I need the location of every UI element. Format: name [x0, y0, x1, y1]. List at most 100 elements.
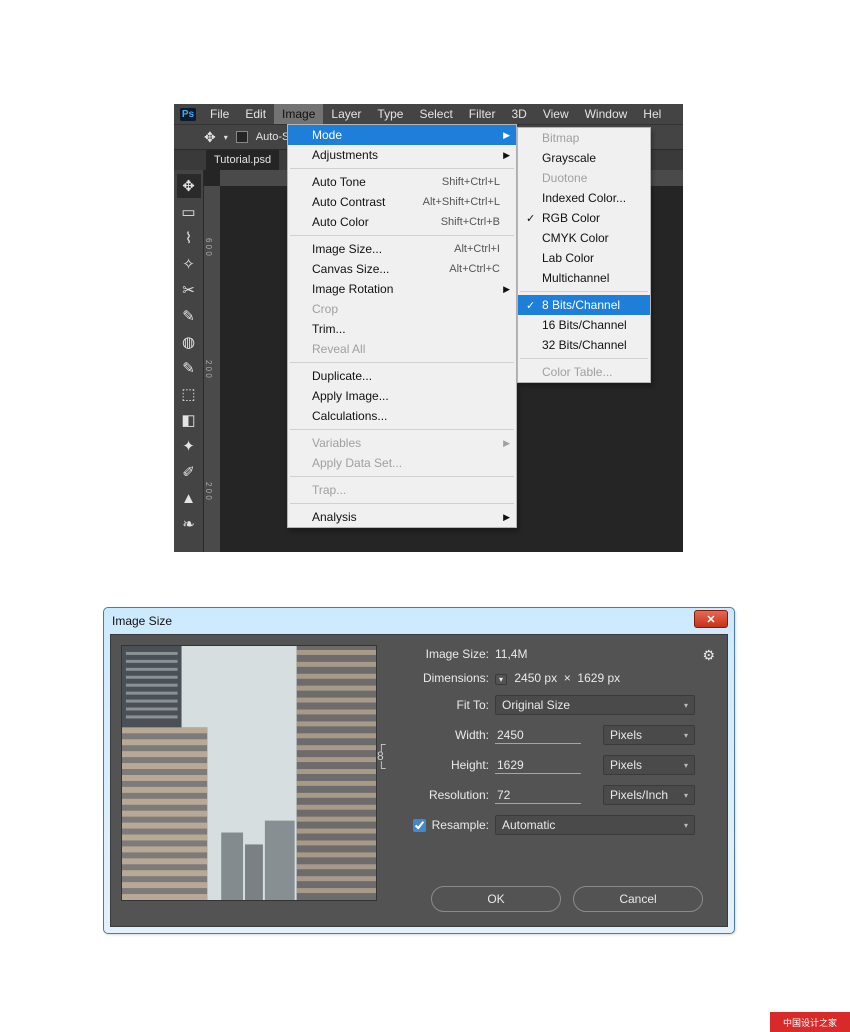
- photoshop-logo-icon: Ps: [178, 104, 198, 124]
- menu-item-auto-contrast[interactable]: Auto ContrastAlt+Shift+Ctrl+L: [288, 192, 516, 212]
- dialog-title: Image Size: [112, 614, 172, 628]
- menu-image[interactable]: Image: [274, 104, 323, 124]
- menu-item-crop: Crop: [288, 299, 516, 319]
- clone-tool-icon[interactable]: ▲: [177, 486, 201, 510]
- resolution-input[interactable]: [495, 787, 581, 804]
- menu-item-image-size[interactable]: Image Size...Alt+Ctrl+I: [288, 239, 516, 259]
- width-input[interactable]: [495, 727, 581, 744]
- menu-edit[interactable]: Edit: [237, 104, 274, 124]
- move-tool-icon[interactable]: ✥: [177, 174, 201, 198]
- menu-item-lab-color[interactable]: Lab Color: [518, 248, 650, 268]
- menu-item-label: Color Table...: [542, 365, 634, 379]
- menu-item-image-rotation[interactable]: Image Rotation▶: [288, 279, 516, 299]
- menu-item-mode[interactable]: Mode▶: [288, 125, 516, 145]
- lasso-tool-icon[interactable]: ⌇: [177, 226, 201, 250]
- menu-item-shortcut: Alt+Ctrl+I: [454, 243, 500, 255]
- fit-to-select[interactable]: Original Size▾: [495, 695, 695, 715]
- menu-filter[interactable]: Filter: [461, 104, 504, 124]
- menu-item-trim[interactable]: Trim...: [288, 319, 516, 339]
- menu-item-duplicate[interactable]: Duplicate...: [288, 366, 516, 386]
- menu-item-32-bits-channel[interactable]: 32 Bits/Channel: [518, 335, 650, 355]
- pen-tool-icon[interactable]: ✐: [177, 460, 201, 484]
- menu-item-apply-image[interactable]: Apply Image...: [288, 386, 516, 406]
- menu-item-multichannel[interactable]: Multichannel: [518, 268, 650, 288]
- menu-item-label: Apply Image...: [312, 389, 500, 403]
- image-menu: Mode▶Adjustments▶Auto ToneShift+Ctrl+LAu…: [287, 124, 517, 528]
- dialog-close-button[interactable]: ✕: [694, 610, 728, 628]
- menu-separator: [290, 362, 514, 363]
- menu-item-cmyk-color[interactable]: CMYK Color: [518, 228, 650, 248]
- menu-item-duotone: Duotone: [518, 168, 650, 188]
- menu-item-label: Trim...: [312, 322, 500, 336]
- menu-item-variables: Variables▶: [288, 433, 516, 453]
- auto-select-label: Auto-S: [256, 131, 290, 143]
- menu-item-rgb-color[interactable]: ✓RGB Color: [518, 208, 650, 228]
- menu-item-indexed-color[interactable]: Indexed Color...: [518, 188, 650, 208]
- paint-bucket-tool-icon[interactable]: ✦: [177, 434, 201, 458]
- menu-item-label: Auto Tone: [312, 175, 442, 189]
- menu-item-analysis[interactable]: Analysis▶: [288, 507, 516, 527]
- width-unit-select[interactable]: Pixels▾: [603, 725, 695, 745]
- menu-separator: [290, 235, 514, 236]
- menu-item-label: RGB Color: [542, 211, 634, 225]
- brush-tool-icon[interactable]: ✎: [177, 356, 201, 380]
- label-fit-to: Fit To:: [393, 698, 489, 712]
- menu-item-label: 32 Bits/Channel: [542, 338, 634, 352]
- auto-select-checkbox[interactable]: [236, 131, 248, 143]
- menu-item-reveal-all: Reveal All: [288, 339, 516, 359]
- menu-item-label: Analysis: [312, 510, 500, 524]
- menu-window[interactable]: Window: [577, 104, 636, 124]
- menu-item-16-bits-channel[interactable]: 16 Bits/Channel: [518, 315, 650, 335]
- menu-item-shortcut: Shift+Ctrl+B: [441, 216, 500, 228]
- menu-item-label: Reveal All: [312, 342, 500, 356]
- tool-preset-dropdown-icon[interactable]: ▾: [224, 133, 228, 142]
- resolution-unit-select[interactable]: Pixels/Inch▾: [603, 785, 695, 805]
- menu-item-label: Trap...: [312, 483, 500, 497]
- history-brush-tool-icon[interactable]: ❧: [177, 512, 201, 536]
- cancel-button[interactable]: Cancel: [573, 886, 703, 912]
- menu-item-trap: Trap...: [288, 480, 516, 500]
- menu-item-canvas-size[interactable]: Canvas Size...Alt+Ctrl+C: [288, 259, 516, 279]
- menu-type[interactable]: Type: [369, 104, 411, 124]
- eyedropper-tool-icon[interactable]: ✎: [177, 304, 201, 328]
- menu-item-calculations[interactable]: Calculations...: [288, 406, 516, 426]
- marquee-tool-icon[interactable]: ▭: [177, 200, 201, 224]
- menu-select[interactable]: Select: [411, 104, 460, 124]
- crop-tool-icon[interactable]: ✂: [177, 278, 201, 302]
- link-dimensions-icon[interactable]: ┌8└: [377, 737, 386, 775]
- menu-layer[interactable]: Layer: [323, 104, 369, 124]
- menu-item-label: Auto Contrast: [312, 195, 423, 209]
- label-height: Height:: [393, 758, 489, 772]
- menu-item-label: Adjustments: [312, 148, 500, 162]
- menu-item-label: Grayscale: [542, 151, 634, 165]
- menu-item-auto-color[interactable]: Auto ColorShift+Ctrl+B: [288, 212, 516, 232]
- menu-item-label: Duotone: [542, 171, 634, 185]
- gear-icon[interactable]: ⚙: [702, 647, 715, 664]
- menu-item-auto-tone[interactable]: Auto ToneShift+Ctrl+L: [288, 172, 516, 192]
- ok-button[interactable]: OK: [431, 886, 561, 912]
- menu-item-8-bits-channel[interactable]: ✓8 Bits/Channel: [518, 295, 650, 315]
- menu-file[interactable]: File: [202, 104, 237, 124]
- height-unit-select[interactable]: Pixels▾: [603, 755, 695, 775]
- menu-3d[interactable]: 3D: [503, 104, 534, 124]
- stamp-tool-icon[interactable]: ⬚: [177, 382, 201, 406]
- height-input[interactable]: [495, 757, 581, 774]
- menu-item-label: Crop: [312, 302, 500, 316]
- healing-brush-tool-icon[interactable]: ◍: [177, 330, 201, 354]
- value-image-size: 11,4M: [495, 647, 695, 661]
- submenu-arrow-icon: ▶: [503, 150, 510, 161]
- magic-wand-tool-icon[interactable]: ✧: [177, 252, 201, 276]
- menu-item-adjustments[interactable]: Adjustments▶: [288, 145, 516, 165]
- menu-item-grayscale[interactable]: Grayscale: [518, 148, 650, 168]
- ruler-vertical: 6 0 0 2 0 0 2 0 0: [204, 186, 220, 552]
- menu-view[interactable]: View: [535, 104, 577, 124]
- resample-select[interactable]: Automatic▾: [495, 815, 695, 835]
- submenu-arrow-icon: ▶: [503, 512, 510, 523]
- resample-checkbox[interactable]: [413, 819, 426, 832]
- menu-separator: [520, 291, 648, 292]
- eraser-tool-icon[interactable]: ◧: [177, 408, 201, 432]
- menu-separator: [290, 503, 514, 504]
- menu-item-apply-data-set: Apply Data Set...: [288, 453, 516, 473]
- menu-help[interactable]: Hel: [635, 104, 669, 124]
- chevron-down-icon[interactable]: ▾: [495, 674, 507, 685]
